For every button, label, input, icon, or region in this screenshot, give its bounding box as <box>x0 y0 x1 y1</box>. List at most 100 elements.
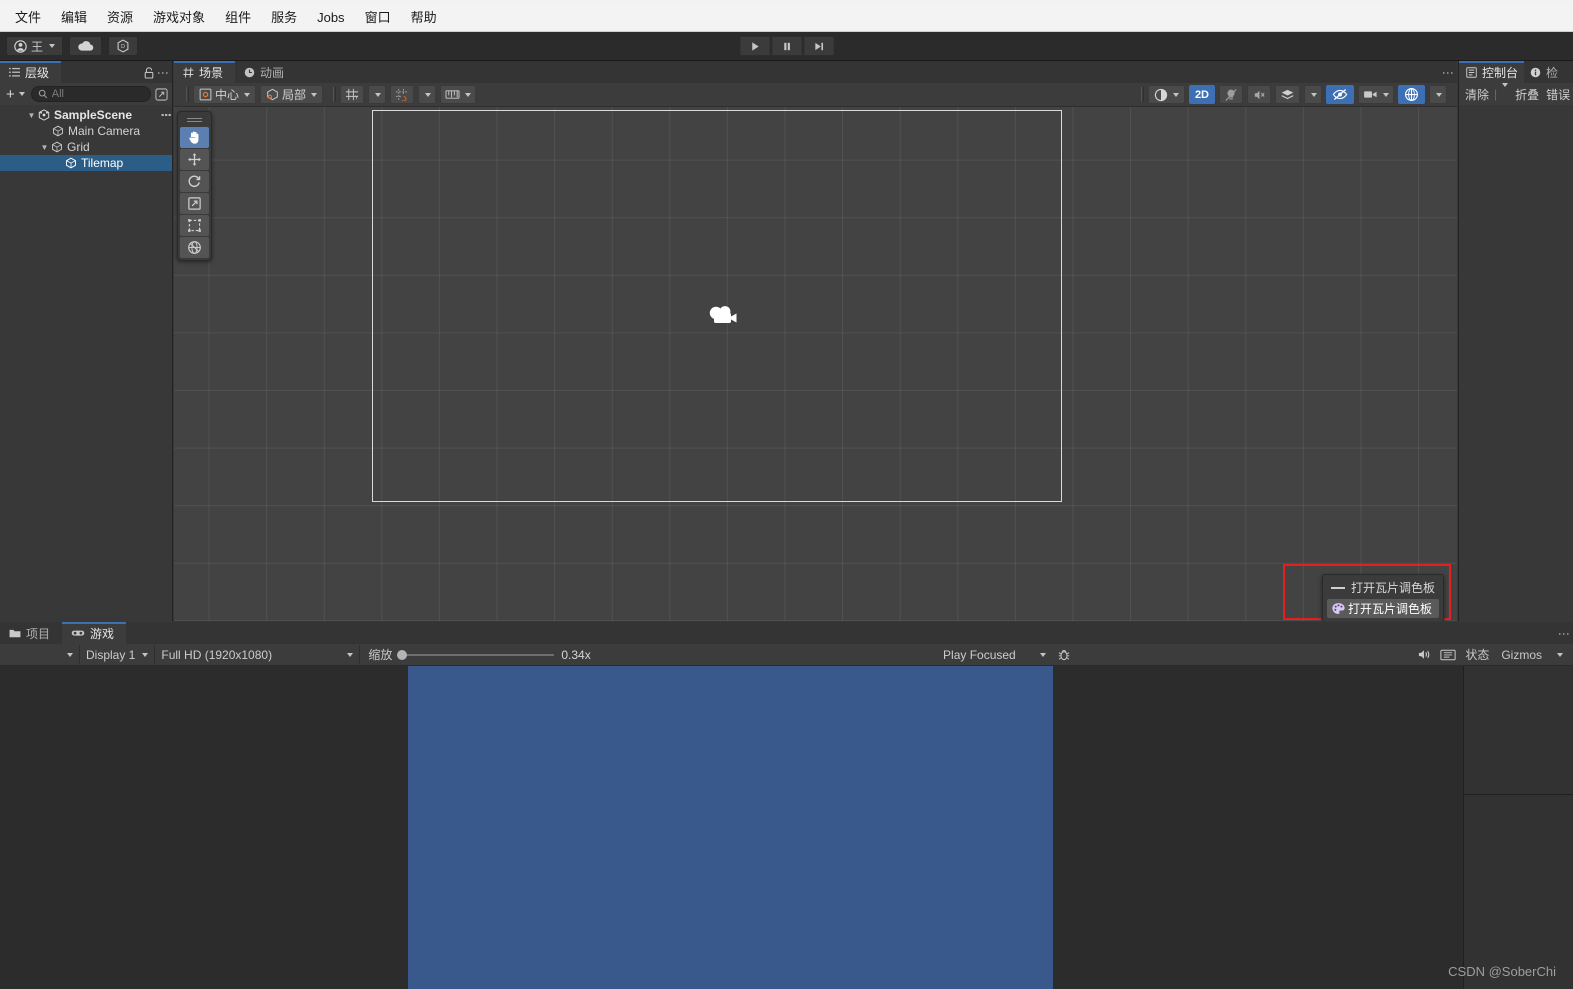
scene-icon <box>37 109 51 121</box>
hierarchy-toolbar: + <box>0 83 172 105</box>
scene-visibility-button[interactable] <box>1326 85 1354 104</box>
menu-file[interactable]: 文件 <box>6 7 50 29</box>
grid-snapping-button[interactable]: Y <box>340 85 365 104</box>
pause-button[interactable] <box>771 36 802 56</box>
tree-item-samplescene[interactable]: ▼ SampleScene ⋮ <box>0 107 172 123</box>
console-collapse-button[interactable]: 折叠 <box>1513 85 1541 104</box>
chevron-down-icon <box>1502 83 1509 101</box>
scale-slider-knob[interactable] <box>397 649 408 660</box>
tile-palette-highlight-box: 打开瓦片调色板 打开瓦片调色板 <box>1283 564 1451 621</box>
play-mode-dropdown[interactable]: Play Focused <box>937 645 1053 664</box>
rotate-tool[interactable] <box>180 171 209 192</box>
transform-tool[interactable] <box>180 237 209 258</box>
scene-camera-button[interactable] <box>1358 85 1394 104</box>
tab-animation[interactable]: 动画 <box>235 61 297 83</box>
menu-jobs[interactable]: Jobs <box>308 7 353 29</box>
cloud-button[interactable] <box>69 36 103 56</box>
chevron-down-icon <box>1172 92 1179 97</box>
tab-console[interactable]: 控制台 <box>1459 61 1525 83</box>
cloud-icon <box>77 40 94 52</box>
tile-palette-menu-item[interactable]: 打开瓦片调色板 <box>1327 578 1439 597</box>
hierarchy-menu-icon[interactable]: ⋮ <box>156 67 170 79</box>
account-button[interactable]: 王 <box>6 36 64 56</box>
services-button[interactable]: D <box>108 36 139 56</box>
lock-icon[interactable] <box>144 67 154 79</box>
gizmos-dropdown-button[interactable] <box>1548 645 1571 664</box>
menu-help[interactable]: 帮助 <box>402 7 446 29</box>
tile-palette-button[interactable]: 打开瓦片调色板 <box>1326 599 1439 618</box>
snap-increment-button[interactable] <box>390 85 415 104</box>
scene-lighting-button[interactable] <box>1219 85 1243 104</box>
aspect-ratio-dropdown[interactable] <box>2 645 80 664</box>
grid-snapping-dropdown[interactable] <box>368 85 387 104</box>
tab-game[interactable]: 游戏 <box>62 622 127 644</box>
chevron-down-icon[interactable]: ▼ <box>26 111 37 120</box>
console-tabstrip: 控制台 检 <box>1459 61 1573 83</box>
scene-context-menu-icon[interactable]: ⋮ <box>159 109 172 121</box>
menu-window[interactable]: 窗口 <box>356 7 400 29</box>
game-view[interactable]: CSDN @SoberChi <box>0 666 1573 989</box>
toolbar-divider <box>333 87 335 102</box>
tab-hierarchy[interactable]: 层级 <box>0 61 62 83</box>
gizmos-button[interactable] <box>1398 85 1425 104</box>
scene-fx-button[interactable] <box>1275 85 1300 104</box>
mute-audio-icon <box>1417 648 1432 661</box>
camera-gizmo-icon[interactable] <box>702 297 744 339</box>
hierarchy-search[interactable] <box>30 86 151 102</box>
step-icon <box>813 41 824 52</box>
space-mode-button[interactable]: 局部 <box>260 85 324 104</box>
add-gameobject-button[interactable]: + <box>4 87 27 102</box>
debug-button[interactable] <box>1052 645 1075 664</box>
snap-increment-dropdown[interactable] <box>418 85 437 104</box>
chevron-down-icon[interactable]: ▼ <box>39 143 50 152</box>
rect-tool[interactable] <box>180 215 209 236</box>
ruler-icon <box>445 88 460 101</box>
shading-mode-button[interactable] <box>1147 85 1185 104</box>
scene-audio-button[interactable] <box>1247 85 1271 104</box>
tree-item-tilemap[interactable]: Tilemap <box>0 155 172 171</box>
console-clear-dropdown[interactable] <box>1500 83 1510 102</box>
step-button[interactable] <box>803 36 834 56</box>
chevron-down-icon <box>244 92 251 97</box>
scale-tool[interactable] <box>180 193 209 214</box>
clock-icon <box>244 67 255 78</box>
expand-icon[interactable] <box>155 87 168 101</box>
tab-scene[interactable]: 场景 <box>174 61 236 83</box>
scene-fx-dropdown[interactable] <box>1304 85 1322 104</box>
menu-component[interactable]: 组件 <box>216 7 260 29</box>
display-dropdown[interactable]: Display 1 <box>80 645 156 664</box>
move-icon <box>187 152 202 167</box>
stats-grid-button[interactable] <box>1436 645 1459 664</box>
mode-2d-button[interactable]: 2D <box>1188 85 1215 104</box>
menu-bar: 文件 编辑 资源 游戏对象 组件 服务 Jobs 窗口 帮助 <box>0 4 1573 32</box>
gizmos-toggle-button[interactable]: Gizmos <box>1495 645 1548 664</box>
scene-menu-icon[interactable]: ⋮ <box>1441 67 1457 83</box>
console-log-list[interactable] <box>1459 105 1573 621</box>
scale-slider[interactable] <box>397 649 555 660</box>
ruler-button[interactable] <box>440 85 477 104</box>
menu-assets[interactable]: 资源 <box>98 7 142 29</box>
menu-gameobject[interactable]: 游戏对象 <box>144 7 214 29</box>
console-error-pause-button[interactable]: 错误 <box>1544 85 1572 104</box>
play-button[interactable] <box>739 36 770 56</box>
resolution-dropdown[interactable]: Full HD (1920x1080) <box>155 645 361 664</box>
stats-button[interactable]: 状态 <box>1459 645 1495 664</box>
game-tabstrip: 项目 游戏 ⋮ <box>0 622 1573 644</box>
gizmos-dropdown[interactable] <box>1429 85 1447 104</box>
tree-item-grid[interactable]: ▼ Grid <box>0 139 172 155</box>
game-menu-icon[interactable]: ⋮ <box>1557 628 1573 644</box>
tab-inspector[interactable]: 检 <box>1524 61 1563 83</box>
menu-services[interactable]: 服务 <box>262 7 306 29</box>
hand-tool[interactable] <box>180 127 209 148</box>
tree-item-main-camera[interactable]: Main Camera <box>0 123 172 139</box>
unity-editor-window: 文件 编辑 资源 游戏对象 组件 服务 Jobs 窗口 帮助 王 D 层级 ⋮ … <box>0 0 1573 989</box>
menu-edit[interactable]: 编辑 <box>52 7 96 29</box>
move-tool[interactable] <box>180 149 209 170</box>
tool-palette-handle[interactable] <box>180 114 209 126</box>
scene-viewport[interactable]: 打开瓦片调色板 打开瓦片调色板 <box>174 107 1457 621</box>
pivot-mode-button[interactable]: 中心 <box>193 85 257 104</box>
console-clear-button[interactable]: 清除 <box>1463 85 1491 104</box>
tab-project[interactable]: 项目 <box>0 622 63 644</box>
search-input[interactable] <box>51 88 144 100</box>
mute-audio-button[interactable] <box>1413 645 1436 664</box>
